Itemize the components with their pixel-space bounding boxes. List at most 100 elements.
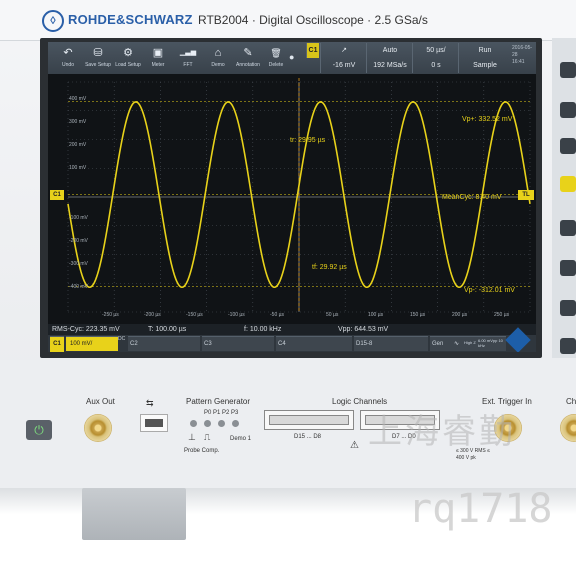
y-label: 400 mV [69, 96, 87, 102]
x-label: 50 µs [326, 312, 339, 318]
save-setup-button[interactable]: ⛁ Save Setup [84, 42, 112, 74]
channel-1-scale[interactable]: 100 mV/ [66, 336, 118, 351]
undo-icon: ↶ [63, 47, 73, 59]
trigger-mode[interactable]: Auto [366, 43, 413, 58]
channel-1-offset-marker[interactable]: C1 [50, 190, 64, 200]
delete-button[interactable]: 🗑 Delete [262, 42, 290, 74]
side-button[interactable] [560, 338, 576, 354]
generator-tab[interactable]: Gen ∿ High Z 6.00 mVpp 10 kHz [430, 336, 506, 351]
usb-slot [145, 419, 163, 427]
channel-4-tab[interactable]: C4 [276, 336, 352, 351]
y-label: -300 mV [69, 261, 88, 267]
acquisition-mode[interactable]: Sample [458, 58, 511, 73]
annotation-icon: ✎ [243, 47, 253, 59]
logic-d15-d8-label: D15 ... D8 [294, 434, 322, 440]
brand-name: ROHDE&SCHWARZ [68, 12, 193, 27]
fft-icon: ▁▃▅ [179, 49, 197, 56]
watermark-chinese: 上海睿勤 [368, 413, 516, 451]
trigger-level[interactable]: -16 mV [320, 58, 367, 73]
sample-rate: 192 MSa/s [366, 58, 413, 73]
fall-time-readout: tf: 29.92 µs [312, 264, 347, 271]
power-icon: ⏻ [34, 423, 44, 437]
period-value: T: 100.00 µs [148, 326, 187, 333]
y-label: 300 mV [69, 119, 87, 125]
date-time: 2016-05-28 16:41 [512, 45, 536, 66]
model-title: RTB2004 · Digital Oscilloscope · 2.5 GSa… [198, 13, 428, 27]
oscilloscope-screen[interactable]: ↶ Undo ⛁ Save Setup ⚙ Load Setup ▣ Meter… [48, 42, 536, 352]
side-button[interactable] [560, 138, 576, 154]
demo-button[interactable]: ⌂ Demo [204, 42, 232, 74]
pattern-pins-label: P0 P1 P2 P3 [204, 410, 239, 416]
side-button[interactable] [560, 102, 576, 118]
side-button-channel-1[interactable] [560, 176, 576, 192]
y-label: -200 mV [69, 238, 88, 244]
probe-comp-label: Probe Comp. [184, 448, 220, 454]
trigger-slope-icon[interactable]: ↗ [320, 43, 367, 58]
x-label: 250 µs [494, 312, 510, 318]
side-button[interactable] [560, 260, 576, 276]
time-text: 16:41 [512, 59, 525, 65]
pattern-pins[interactable] [190, 418, 250, 430]
fft-button[interactable]: ▁▃▅ FFT [174, 42, 202, 74]
measurement-info-bar: RMS-Cyc: 223.35 mV T: 100.00 µs f: 10.00… [48, 324, 536, 335]
vp-plus-readout: Vp+: 332.52 mV [462, 116, 513, 123]
side-button[interactable] [560, 220, 576, 236]
digital-channels-tab[interactable]: D15-8 [354, 336, 428, 351]
channel-bar: C1 100 mV/ DC C2 C3 C4 D15-8 Gen ∿ High … [48, 335, 536, 352]
generator-impedance: High Z [464, 340, 476, 345]
y-label: -400 mV [69, 284, 88, 290]
demo-1-label: Demo 1 [230, 436, 252, 442]
trigger-timebase-panel[interactable]: C1 ↗ -16 mV Auto 192 MSa/s 50 µs/ 0 s Ru… [306, 42, 536, 74]
sine-wave-icon: ∿ [454, 341, 460, 347]
channel-input-label-partial: Ch [566, 397, 576, 406]
horizontal-position[interactable]: 0 s [412, 58, 459, 73]
rise-time-readout: tr: 29.95 µs [290, 137, 326, 144]
generator-label: Gen [432, 341, 444, 347]
x-label: 150 µs [410, 312, 426, 318]
mean-cycle-readout: MeanCyc: 8.40 mV [442, 194, 502, 201]
meter-button[interactable]: ▣ Meter [144, 42, 172, 74]
x-label: -250 µs [102, 312, 119, 318]
timebase-scale[interactable]: 50 µs/ [412, 43, 459, 58]
meter-icon: ▣ [152, 47, 164, 59]
waveform-display[interactable]: 400 mV 300 mV 200 mV 100 mV -100 mV -200… [64, 76, 534, 322]
trigger-source[interactable]: C1 [306, 43, 319, 58]
settings-dot-icon[interactable]: ● [289, 52, 299, 62]
load-setup-icon: ⚙ [123, 47, 133, 59]
generator-info: 6.00 mVpp 10 kHz [478, 338, 503, 348]
undo-button[interactable]: ↶ Undo [54, 42, 82, 74]
x-label: -50 µs [270, 312, 284, 318]
trigger-level-marker[interactable]: TL [518, 190, 534, 200]
annotation-button[interactable]: ✎ Annotation [234, 42, 262, 74]
watermark-text: rq1718 [408, 486, 553, 532]
channel-2-tab[interactable]: C2 [128, 336, 200, 351]
delete-icon: 🗑 [270, 48, 282, 58]
pattern-generator-label: Pattern Generator [186, 397, 251, 406]
date-text: 2016-05-28 [512, 45, 533, 58]
load-setup-button[interactable]: ⚙ Load Setup [114, 42, 142, 74]
y-label: 100 mV [69, 165, 87, 171]
rms-cycle-value: RMS-Cyc: 223.35 mV [52, 326, 120, 333]
toolbar: ↶ Undo ⛁ Save Setup ⚙ Load Setup ▣ Meter… [48, 42, 536, 74]
y-label: 200 mV [69, 142, 87, 148]
frequency-value: f: 10.00 kHz [244, 326, 282, 333]
x-label: -100 µs [228, 312, 245, 318]
ground-icon: ⊥ [188, 432, 196, 442]
save-setup-icon: ⛁ [93, 47, 103, 59]
aux-out-connector[interactable] [84, 414, 112, 442]
top-branding-bar: ◊ ROHDE&SCHWARZ RTB2004 · Digital Oscill… [0, 0, 576, 41]
run-stop-state[interactable]: Run [458, 43, 511, 58]
logic-connector-d15-d8[interactable] [264, 410, 354, 430]
y-label: -100 mV [69, 215, 88, 221]
warning-triangle-icon: ⚠ [350, 440, 359, 451]
square-wave-icon: ⎍ [204, 432, 211, 442]
side-button[interactable] [560, 62, 576, 78]
channel-3-tab[interactable]: C3 [202, 336, 274, 351]
side-button[interactable] [560, 300, 576, 316]
vp-minus-readout: Vp-: -312.01 mV [464, 287, 515, 294]
x-label: -150 µs [186, 312, 203, 318]
usb-icon: ⇆ [146, 398, 154, 408]
channel-1-tab[interactable]: C1 [50, 336, 64, 352]
x-label: 100 µs [368, 312, 384, 318]
vpp-value: Vpp: 644.53 mV [338, 326, 389, 333]
